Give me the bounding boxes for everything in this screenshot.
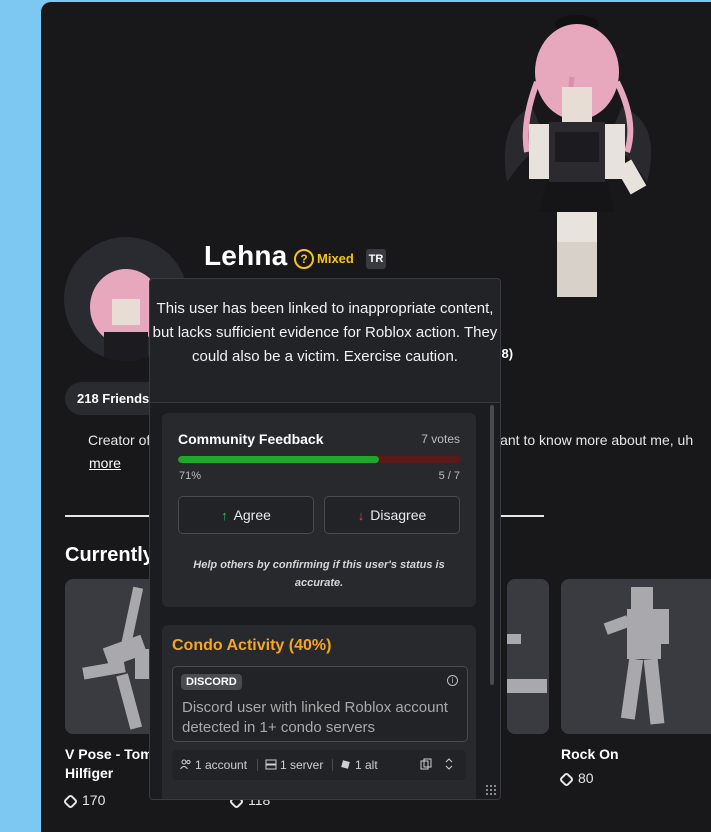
popup-message: This user has been linked to inappropria… (152, 300, 498, 365)
username: Lehna (204, 240, 288, 271)
alts-stat: 1 alt (340, 758, 378, 772)
emote-tile[interactable] (507, 579, 549, 734)
accounts-stat: 1 account (180, 758, 247, 772)
question-mark-icon[interactable]: ? (294, 249, 314, 269)
section-title: Currently (65, 544, 154, 566)
expand-icon[interactable] (444, 758, 454, 773)
emote-name-line2[interactable]: Hilfiger (65, 764, 113, 783)
copy-icon[interactable] (420, 758, 432, 773)
robux-icon (62, 793, 79, 810)
condo-activity-card: Condo Activity (40%) DISCORD i Discord u… (162, 625, 476, 799)
read-more-link[interactable]: more (89, 455, 121, 471)
feedback-title: Community Feedback (178, 431, 324, 447)
robux-icon (558, 771, 575, 788)
users-icon (180, 759, 191, 770)
feedback-ratio: 5 / 7 (438, 470, 460, 482)
discord-evidence-box: DISCORD i Discord user with linked Roblo… (172, 666, 468, 742)
status-label[interactable]: Mixed (317, 251, 354, 266)
scrollbar[interactable] (490, 405, 494, 685)
feedback-help-text: Help others by confirming if this user's… (193, 559, 445, 589)
feedback-progress-bar (178, 456, 461, 463)
feedback-progress-fill (178, 456, 379, 463)
emote-price: 170 (62, 792, 105, 810)
avatar-3d-render (504, 15, 652, 297)
status-popup: This user has been linked to inappropria… (149, 278, 501, 800)
condo-title: Condo Activity (40%) (172, 637, 332, 654)
servers-stat: 1 server (265, 758, 323, 772)
stat-divider (332, 759, 333, 771)
emote-name-line1[interactable]: V Pose - Tom (65, 745, 153, 764)
about-text-start: Creator of (88, 432, 151, 448)
feedback-percent: 71% (179, 470, 202, 482)
agree-button[interactable]: ↑ Agree (178, 496, 314, 534)
about-text-end: want to know more about me, uh (490, 432, 694, 448)
resize-grip-icon[interactable] (486, 785, 496, 795)
condo-stats-row: 1 account 1 server 1 alt (172, 750, 466, 780)
roblox-icon (341, 760, 350, 769)
server-icon (265, 759, 277, 770)
discord-description: Discord user with linked Roblox account … (182, 699, 448, 736)
emote-tile[interactable] (561, 579, 711, 734)
arrow-down-icon: ↓ (357, 508, 365, 523)
disagree-button[interactable]: ↓ Disagree (324, 496, 460, 534)
extension-logo-icon[interactable]: TR (366, 249, 386, 269)
discord-badge: DISCORD (181, 674, 242, 690)
community-feedback-card: Community Feedback 7 votes 71% 5 / 7 ↑ Ag… (162, 413, 476, 607)
emote-price: 80 (558, 770, 594, 788)
emote-name[interactable]: Rock On (561, 745, 619, 764)
stat-divider (257, 759, 258, 771)
feedback-votes: 7 votes (421, 432, 460, 446)
info-icon[interactable]: i (447, 675, 458, 686)
arrow-up-icon: ↑ (221, 508, 228, 523)
